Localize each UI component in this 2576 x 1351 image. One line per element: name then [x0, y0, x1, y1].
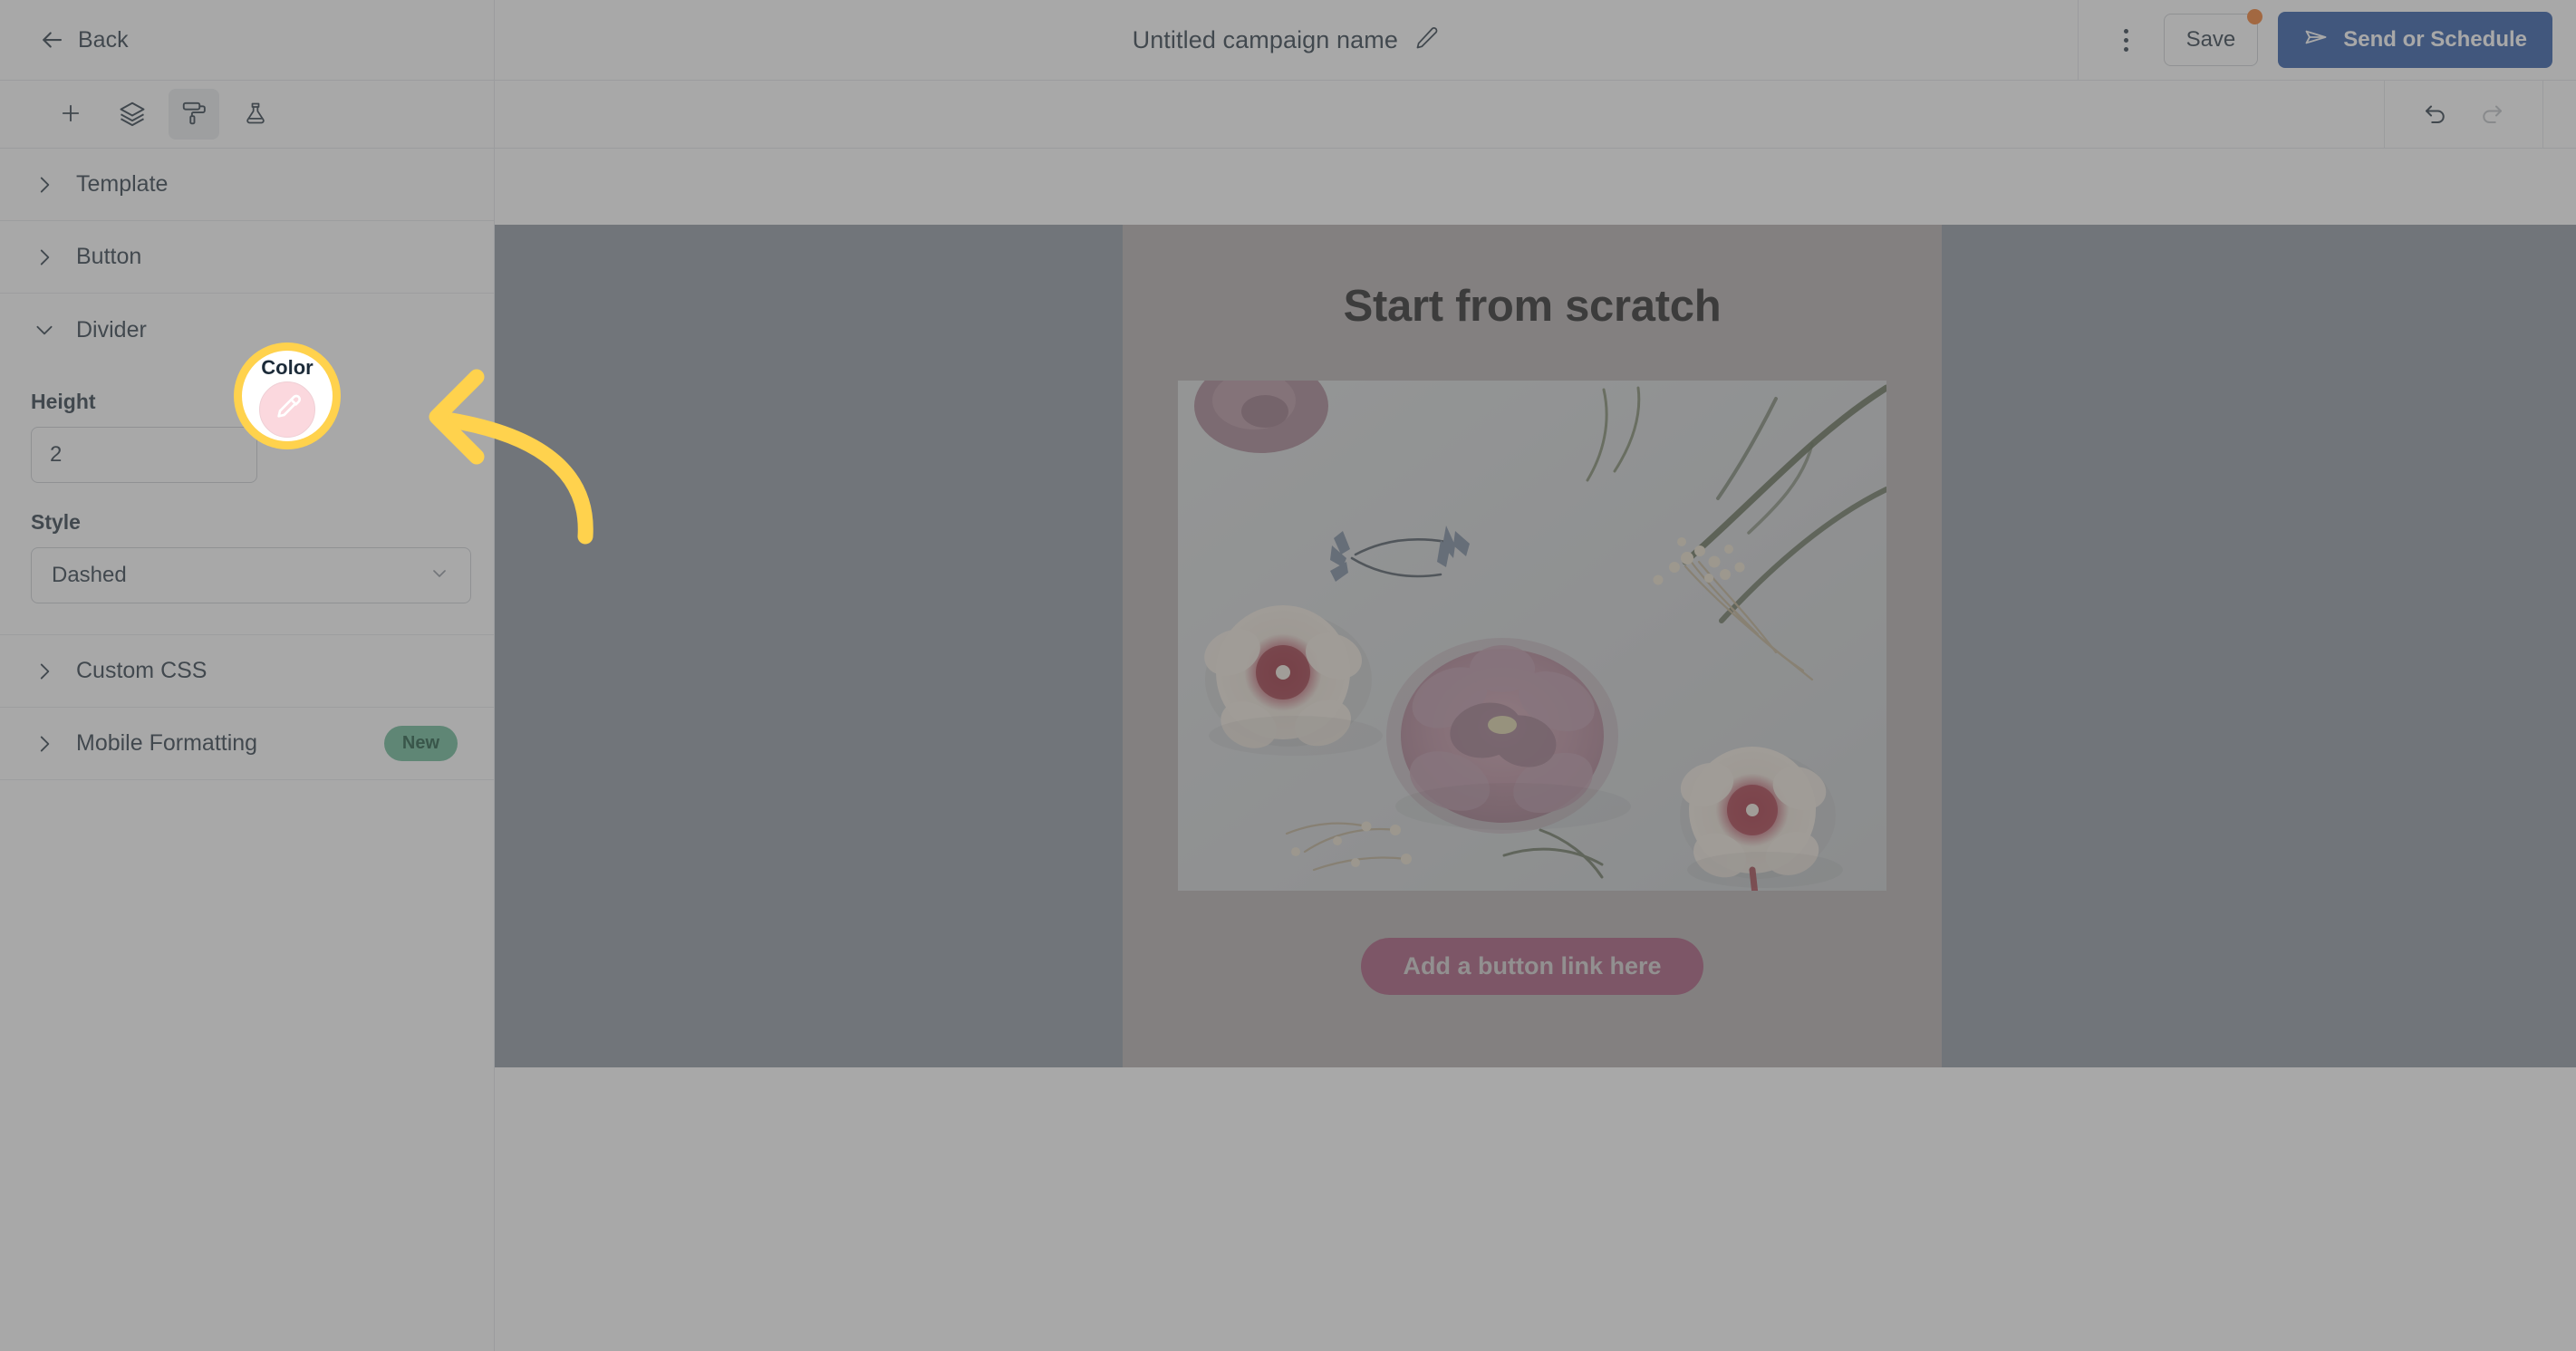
- redo-icon: [2478, 100, 2505, 130]
- layers-tool[interactable]: [107, 89, 158, 140]
- sidebar-section-label: Divider: [76, 316, 147, 343]
- save-button-wrapper: Save: [2163, 9, 2263, 66]
- new-badge: New: [383, 726, 458, 761]
- save-button[interactable]: Save: [2163, 14, 2259, 66]
- sidebar-section-mobile-formatting[interactable]: Mobile Formatting New: [0, 708, 494, 780]
- cta-button[interactable]: Add a button link here: [1361, 938, 1703, 995]
- color-spotlight-highlight: Color: [234, 343, 341, 449]
- sidebar-section-label: Template: [76, 171, 169, 197]
- header-left-section: Back: [0, 0, 495, 80]
- email-content-column[interactable]: Start from scratch Add a button link her…: [1123, 225, 1942, 1067]
- dried-flowers-flatlay-photo: [1178, 381, 1886, 891]
- color-field-label: Color: [261, 356, 314, 379]
- email-heading[interactable]: Start from scratch: [1344, 281, 1722, 332]
- sidebar-tool-strip: [0, 81, 494, 149]
- styles-tool[interactable]: [169, 89, 219, 140]
- hero-image-block[interactable]: [1178, 381, 1886, 891]
- chevron-right-icon: [33, 246, 67, 269]
- undo-button[interactable]: [2412, 91, 2459, 138]
- back-button[interactable]: Back: [38, 26, 129, 53]
- flask-icon: [243, 101, 268, 129]
- sidebar-section-button[interactable]: Button: [0, 221, 494, 294]
- chevron-right-icon: [33, 173, 67, 197]
- unsaved-changes-badge: [2247, 9, 2263, 24]
- add-block-tool[interactable]: [45, 89, 96, 140]
- pencil-icon[interactable]: [1414, 25, 1440, 55]
- redo-button[interactable]: [2468, 91, 2515, 138]
- chevron-down-icon: [33, 318, 67, 342]
- divider-color-swatch-button[interactable]: [259, 381, 315, 438]
- sidebar-section-label: Mobile Formatting: [76, 730, 258, 756]
- height-stepper: − +: [31, 427, 257, 483]
- undo-icon: [2422, 100, 2449, 130]
- left-sidebar: Template Button Divider Height 2 Style D…: [0, 81, 495, 1351]
- canvas-area: Start from scratch Add a button link her…: [495, 81, 2576, 1351]
- canvas-stage[interactable]: Start from scratch Add a button link her…: [495, 149, 2576, 1351]
- paint-roller-icon: [180, 100, 207, 130]
- header-center-section: Untitled campaign name: [495, 0, 2078, 80]
- chevron-right-icon: [33, 660, 67, 683]
- chevron-right-icon: [33, 732, 67, 756]
- chevron-down-icon: [429, 563, 450, 589]
- layers-icon: [119, 100, 146, 130]
- style-field-label: Style: [31, 510, 81, 534]
- sidebar-section-label: Button: [76, 244, 142, 269]
- paper-plane-icon: [2303, 24, 2329, 56]
- sidebar-section-divider[interactable]: Divider: [0, 294, 494, 366]
- experiments-tool[interactable]: [230, 89, 281, 140]
- sidebar-section-label: Custom CSS: [76, 658, 207, 683]
- campaign-title: Untitled campaign name: [1132, 25, 1398, 53]
- send-or-schedule-button[interactable]: Send or Schedule: [2278, 12, 2552, 68]
- plus-icon: [58, 101, 83, 129]
- app-root: Back Untitled campaign name Save Send or…: [0, 0, 2576, 1351]
- sidebar-section-template[interactable]: Template: [0, 149, 494, 221]
- history-controls: [2384, 81, 2543, 148]
- header-right-section: Save Send or Schedule: [2077, 0, 2576, 80]
- email-preview-backdrop: Start from scratch Add a button link her…: [495, 225, 2576, 1067]
- divider-style-select[interactable]: Dashed: [31, 547, 471, 603]
- send-or-schedule-label: Send or Schedule: [2343, 27, 2527, 52]
- canvas-toolbar: [495, 81, 2576, 149]
- more-vertical-icon[interactable]: [2102, 15, 2151, 64]
- eyedropper-icon: [272, 392, 303, 428]
- height-input[interactable]: [32, 428, 256, 482]
- height-control-row: − +: [31, 427, 459, 483]
- arrow-left-icon: [38, 26, 65, 53]
- divider-style-value: Dashed: [52, 563, 127, 587]
- sidebar-section-custom-css[interactable]: Custom CSS: [0, 635, 494, 708]
- top-header-bar: Back Untitled campaign name Save Send or…: [0, 0, 2576, 81]
- ui-layer: Back Untitled campaign name Save Send or…: [0, 0, 2576, 1351]
- back-button-label: Back: [78, 26, 129, 53]
